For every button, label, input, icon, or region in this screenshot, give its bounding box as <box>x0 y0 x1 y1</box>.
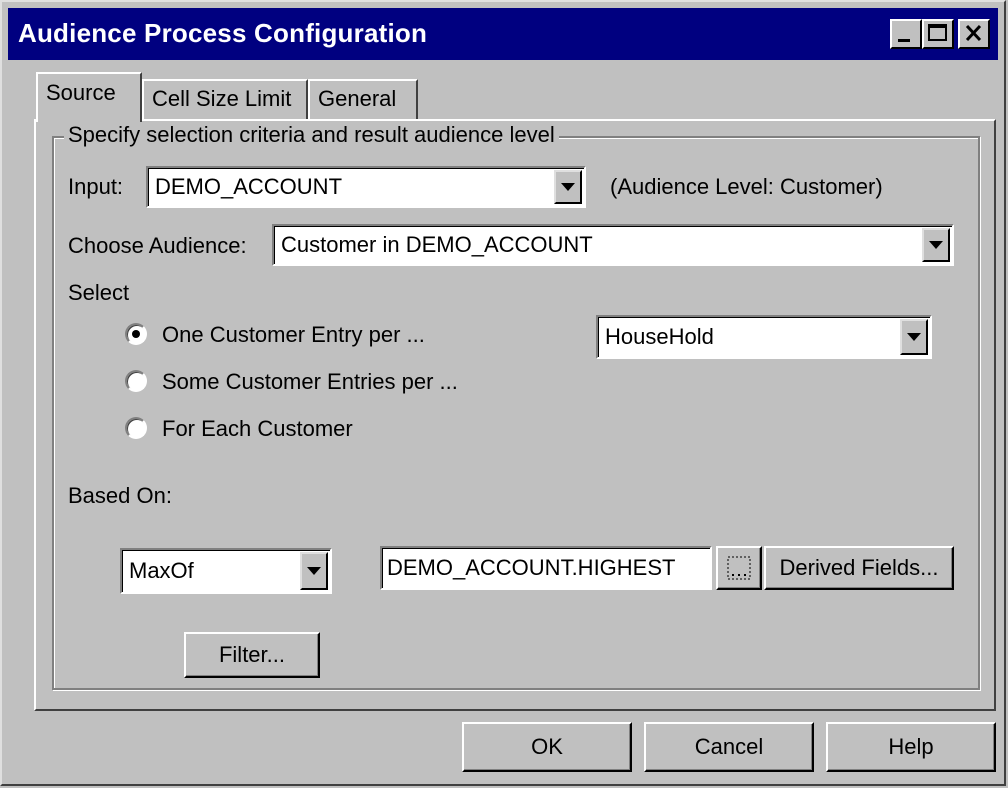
ok-button[interactable]: OK <box>462 722 632 772</box>
tab-general-label: General <box>318 86 397 111</box>
tab-source-label: Source <box>46 80 116 105</box>
input-combobox[interactable]: DEMO_ACCOUNT <box>146 166 586 208</box>
choose-audience-combobox[interactable]: Customer in DEMO_ACCOUNT <box>272 224 954 266</box>
choose-audience-value: Customer in DEMO_ACCOUNT <box>281 232 593 257</box>
ok-button-label: OK <box>531 734 563 759</box>
radio-some-entries-per[interactable] <box>125 370 147 392</box>
tab-general[interactable]: General <box>308 79 418 119</box>
filter-button-label: Filter... <box>218 642 285 667</box>
choose-audience-label: Choose Audience: <box>68 233 247 258</box>
window-title: Audience Process Configuration <box>18 18 428 48</box>
selection-criteria-group <box>52 136 980 690</box>
per-level-combobox[interactable]: HouseHold <box>596 315 932 359</box>
cancel-button-label: Cancel <box>694 734 764 759</box>
tab-cell-size-limit[interactable]: Cell Size Limit <box>142 79 308 119</box>
input-value: DEMO_ACCOUNT <box>155 174 343 199</box>
help-button[interactable]: Help <box>826 722 996 772</box>
title-bar[interactable]: Audience Process Configuration <box>8 8 998 60</box>
radio-selected-dot <box>132 330 140 338</box>
help-button-label: Help <box>888 734 934 759</box>
maximize-icon[interactable] <box>922 19 954 49</box>
cancel-button[interactable]: Cancel <box>644 722 814 772</box>
select-label: Select <box>68 280 130 305</box>
ellipsis-box-icon <box>727 556 751 580</box>
field-picker-button[interactable] <box>716 546 762 590</box>
chevron-down-icon[interactable] <box>900 319 928 355</box>
derived-fields-button[interactable]: Derived Fields... <box>764 546 954 590</box>
minimize-icon[interactable] <box>890 19 922 49</box>
radio-for-each-customer[interactable] <box>125 417 147 439</box>
radio-one-entry-per[interactable] <box>125 323 147 345</box>
input-label: Input: <box>68 174 124 199</box>
tab-source[interactable]: Source <box>36 72 142 122</box>
chevron-down-icon[interactable] <box>300 552 328 590</box>
radio-one-entry-per-label[interactable]: One Customer Entry per ... <box>162 322 425 348</box>
function-value: MaxOf <box>129 558 194 583</box>
derived-fields-label: Derived Fields... <box>779 555 939 580</box>
based-on-field-input[interactable]: DEMO_ACCOUNT.HIGHEST <box>380 546 712 590</box>
based-on-label: Based On: <box>68 483 172 508</box>
chevron-down-icon[interactable] <box>554 170 582 204</box>
filter-button[interactable]: Filter... <box>184 632 320 678</box>
tab-cell-size-limit-label: Cell Size Limit <box>152 86 292 111</box>
group-legend: Specify selection criteria and result au… <box>64 122 559 148</box>
per-level-value: HouseHold <box>605 324 714 349</box>
based-on-field-value: DEMO_ACCOUNT.HIGHEST <box>387 555 676 580</box>
chevron-down-icon[interactable] <box>922 228 950 262</box>
audience-level-text: (Audience Level: Customer) <box>610 174 883 199</box>
radio-some-entries-per-label[interactable]: Some Customer Entries per ... <box>162 369 458 395</box>
function-combobox[interactable]: MaxOf <box>120 548 332 594</box>
close-icon[interactable] <box>958 19 990 49</box>
radio-for-each-customer-label[interactable]: For Each Customer <box>162 416 353 442</box>
